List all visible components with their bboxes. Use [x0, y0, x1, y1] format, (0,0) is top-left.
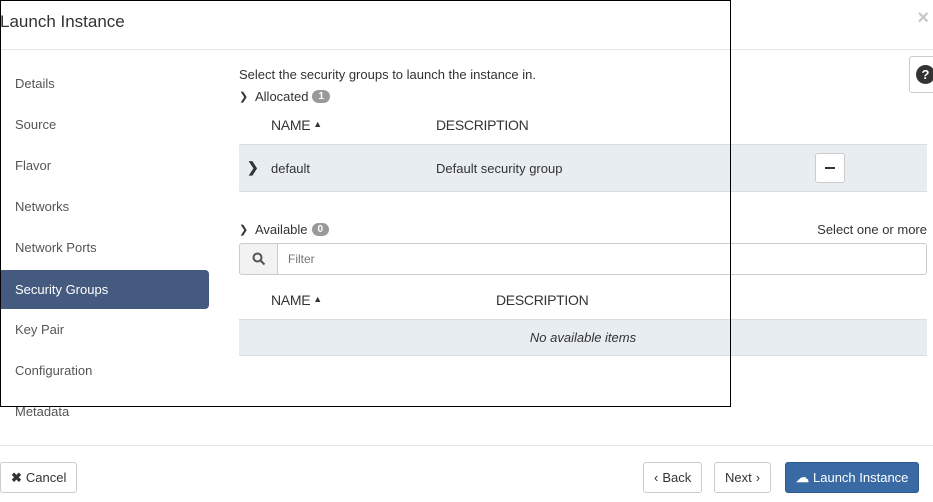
cancel-label: Cancel [25, 470, 67, 485]
available-table-header: NAME ▲ DESCRIPTION [239, 279, 927, 320]
times-icon: ✖ [11, 470, 22, 485]
chevron-down-icon: ❯ [239, 91, 249, 103]
select-hint: Select one or more [817, 222, 927, 237]
sidebar-item-networks[interactable]: Networks [0, 187, 209, 228]
sidebar-item-network-ports[interactable]: Network Ports [0, 228, 209, 269]
launch-instance-button[interactable]: ☁ Launch Instance [785, 462, 920, 493]
allocated-label: Allocated [255, 89, 309, 104]
available-description-column-header[interactable]: DESCRIPTION [496, 292, 589, 308]
row-description: Default security group [436, 161, 563, 176]
allocated-name-header-label: NAME [271, 117, 311, 133]
sort-asc-icon: ▲ [313, 294, 322, 304]
security-groups-panel: Select the security groups to launch the… [239, 60, 927, 356]
panel-intro-text: Select the security groups to launch the… [239, 67, 537, 82]
sidebar-item-key-pair[interactable]: Key Pair [0, 310, 209, 351]
modal-footer: ✖ Cancel ‹ Back Next › ☁ Launch Instance [0, 445, 933, 502]
allocated-section-toggle[interactable]: ❯ Allocated 1 [239, 89, 927, 104]
cancel-button[interactable]: ✖ Cancel [0, 462, 78, 493]
chevron-right-icon: › [755, 470, 761, 485]
sidebar-item-security-groups[interactable]: Security Groups [0, 270, 209, 309]
deallocate-button[interactable] [815, 153, 845, 183]
allocated-description-column-header[interactable]: DESCRIPTION [436, 117, 529, 133]
sort-asc-icon: ▲ [313, 119, 322, 129]
modal-header: Launch Instance × [0, 0, 933, 50]
sidebar-item-details[interactable]: Details [0, 64, 209, 105]
empty-table-message: No available items [239, 320, 927, 356]
chevron-down-icon: ❯ [239, 224, 249, 236]
next-label: Next [725, 470, 752, 485]
back-label: Back [662, 470, 692, 485]
available-name-column-header[interactable]: NAME ▲ [271, 292, 322, 308]
row-name: default [271, 161, 311, 176]
chevron-right-icon[interactable]: ❯ [247, 159, 259, 176]
cloud-upload-icon: ☁ [796, 470, 809, 485]
available-label: Available [255, 222, 308, 237]
minus-icon [825, 167, 835, 169]
filter-input[interactable] [278, 243, 927, 275]
available-name-header-label: NAME [271, 292, 311, 308]
table-row: ❯ default Default security group [239, 145, 927, 192]
search-icon [239, 243, 278, 275]
available-count-badge: 0 [311, 223, 330, 236]
launch-instance-modal: Launch Instance × ? Details Source Flavo… [0, 0, 933, 502]
sidebar-item-metadata[interactable]: Metadata [0, 392, 209, 433]
allocated-name-column-header[interactable]: NAME ▲ [271, 117, 322, 133]
available-section-toggle[interactable]: ❯ Available 0 Select one or more [239, 222, 927, 237]
chevron-left-icon: ‹ [654, 470, 659, 485]
wizard-sidebar: Details Source Flavor Networks Network P… [0, 64, 209, 433]
launch-label: Launch Instance [813, 470, 909, 485]
back-button[interactable]: ‹ Back [643, 462, 703, 493]
modal-title: Launch Instance [0, 12, 125, 31]
allocated-count-badge: 1 [312, 90, 331, 103]
next-button[interactable]: Next › [714, 462, 772, 493]
filter-group [239, 243, 927, 275]
sidebar-item-source[interactable]: Source [0, 105, 209, 146]
sidebar-item-configuration[interactable]: Configuration [0, 351, 209, 392]
close-icon[interactable]: × [917, 7, 929, 30]
allocated-table-header: NAME ▲ DESCRIPTION [239, 104, 927, 145]
sidebar-item-flavor[interactable]: Flavor [0, 146, 209, 187]
